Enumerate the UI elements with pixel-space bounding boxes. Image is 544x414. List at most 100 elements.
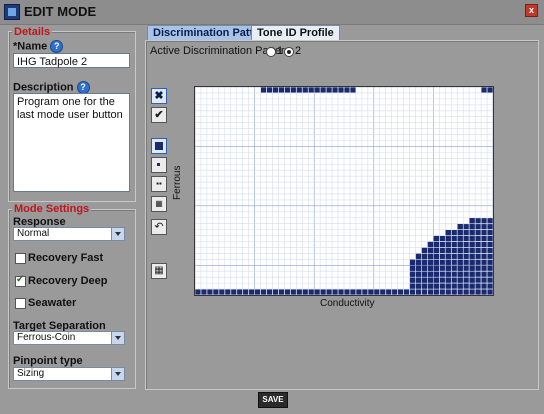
pattern-cell bbox=[487, 289, 493, 295]
pattern-cell bbox=[463, 283, 469, 289]
pattern-cell bbox=[469, 230, 475, 236]
description-textarea[interactable]: Program one for the last mode user butto… bbox=[13, 93, 130, 192]
response-select[interactable]: Normal bbox=[13, 227, 125, 241]
pattern-cell bbox=[451, 241, 457, 248]
details-legend: Details bbox=[12, 26, 53, 38]
chevron-down-icon bbox=[111, 228, 124, 240]
pattern-cell bbox=[260, 289, 267, 295]
pattern-cell bbox=[475, 241, 481, 248]
brush-large-glyph bbox=[155, 142, 163, 150]
pattern-cell bbox=[475, 271, 481, 277]
pattern-cell bbox=[451, 277, 457, 283]
pattern-radio-2[interactable] bbox=[284, 47, 294, 57]
pattern-cell bbox=[415, 265, 422, 271]
pattern-cell bbox=[439, 241, 445, 248]
pattern-cell bbox=[469, 271, 475, 277]
pattern-cell bbox=[445, 230, 451, 236]
pattern-cell bbox=[487, 224, 493, 230]
pattern-cell bbox=[463, 224, 469, 230]
save-button[interactable]: SAVE bbox=[258, 392, 288, 408]
pattern-cell bbox=[469, 247, 475, 254]
pattern-cell bbox=[284, 87, 290, 93]
pattern-cell bbox=[439, 289, 445, 295]
pattern-cell bbox=[469, 265, 475, 271]
pattern-cell bbox=[445, 253, 451, 259]
pattern-cell bbox=[463, 271, 469, 277]
pattern-cell bbox=[451, 265, 457, 271]
pattern-cell bbox=[463, 247, 469, 254]
pattern-cell bbox=[463, 265, 469, 271]
pattern-cell bbox=[469, 277, 475, 283]
pattern-cell bbox=[487, 265, 493, 271]
pattern-cell bbox=[403, 289, 410, 295]
name-input[interactable]: IHG Tadpole 2 bbox=[13, 53, 130, 68]
close-icon[interactable]: x bbox=[525, 4, 538, 17]
pattern-cell bbox=[350, 289, 356, 295]
chevron-down-icon bbox=[111, 332, 124, 344]
x-axis-label: Conductivity bbox=[320, 298, 375, 309]
pinpoint-select[interactable]: Sizing bbox=[13, 367, 125, 381]
response-value: Normal bbox=[17, 228, 50, 239]
pattern-cell bbox=[481, 253, 487, 259]
pattern-cell bbox=[451, 235, 457, 242]
pattern-cell bbox=[302, 87, 308, 93]
pattern-cell bbox=[421, 265, 428, 271]
pattern-cell bbox=[457, 235, 463, 242]
pattern-cell bbox=[415, 259, 422, 265]
pattern-cell bbox=[338, 87, 344, 93]
brush-medium-icon[interactable]: ▪▪ bbox=[151, 176, 167, 192]
grid-toggle-icon[interactable]: ▦ bbox=[151, 263, 167, 279]
pattern-cell bbox=[243, 289, 249, 295]
clear-icon[interactable]: ✖ bbox=[151, 88, 167, 104]
pattern-cell bbox=[201, 289, 207, 295]
undo-icon[interactable]: ↶ bbox=[151, 219, 167, 235]
pattern-cell bbox=[481, 265, 487, 271]
pattern-cell bbox=[475, 265, 481, 271]
pattern-cell bbox=[427, 283, 434, 289]
pattern-cell bbox=[421, 259, 428, 265]
help-icon[interactable]: ? bbox=[50, 40, 64, 53]
pattern-cell bbox=[481, 259, 487, 265]
pattern-cell bbox=[457, 277, 463, 283]
pattern-cell bbox=[463, 253, 469, 259]
pattern-cell bbox=[374, 289, 380, 295]
seawater-label: Seawater bbox=[28, 297, 77, 309]
pattern-cell bbox=[475, 283, 481, 289]
name-label-text: *Name bbox=[13, 40, 48, 53]
pattern-cell bbox=[445, 247, 451, 254]
pattern-cell bbox=[290, 87, 296, 93]
recovery-deep-checkbox[interactable] bbox=[15, 274, 26, 287]
pattern-cell bbox=[481, 230, 487, 236]
title-bar: EDIT MODE x bbox=[0, 0, 544, 25]
pattern-cell bbox=[427, 265, 434, 271]
pattern-cell bbox=[439, 277, 445, 283]
recovery-deep-label: Recovery Deep bbox=[28, 275, 108, 287]
pattern-cell bbox=[421, 289, 428, 295]
seawater-checkbox[interactable] bbox=[15, 298, 26, 309]
pattern-cell bbox=[475, 235, 481, 242]
pattern-cell bbox=[475, 277, 481, 283]
brush-large-icon[interactable] bbox=[151, 138, 167, 154]
tab-tone-id-profile[interactable]: Tone ID Profile bbox=[251, 25, 340, 40]
target-separation-select[interactable]: Ferrous-Coin bbox=[13, 331, 125, 345]
recovery-fast-checkbox[interactable] bbox=[15, 253, 26, 264]
discrimination-grid[interactable] bbox=[194, 86, 494, 296]
brush-grid-icon[interactable]: ▦ bbox=[151, 196, 167, 212]
pattern-cell bbox=[457, 259, 463, 265]
brush-small-icon[interactable] bbox=[151, 157, 167, 173]
pattern-cell bbox=[344, 87, 350, 93]
pattern-cell bbox=[481, 241, 487, 248]
name-label: *Name? bbox=[13, 40, 64, 53]
pattern-cell bbox=[451, 283, 457, 289]
pattern-cell bbox=[344, 289, 350, 295]
pattern-cell bbox=[469, 218, 475, 224]
pattern-cell bbox=[362, 289, 368, 295]
pattern-radio-1[interactable] bbox=[266, 47, 276, 57]
pattern-cell bbox=[421, 271, 428, 277]
pattern-cell bbox=[415, 289, 422, 295]
pattern-cell bbox=[469, 224, 475, 230]
pattern-cell bbox=[469, 253, 475, 259]
pattern-cell bbox=[469, 283, 475, 289]
pattern-cell bbox=[433, 259, 439, 265]
apply-icon[interactable]: ✔ bbox=[151, 107, 167, 123]
